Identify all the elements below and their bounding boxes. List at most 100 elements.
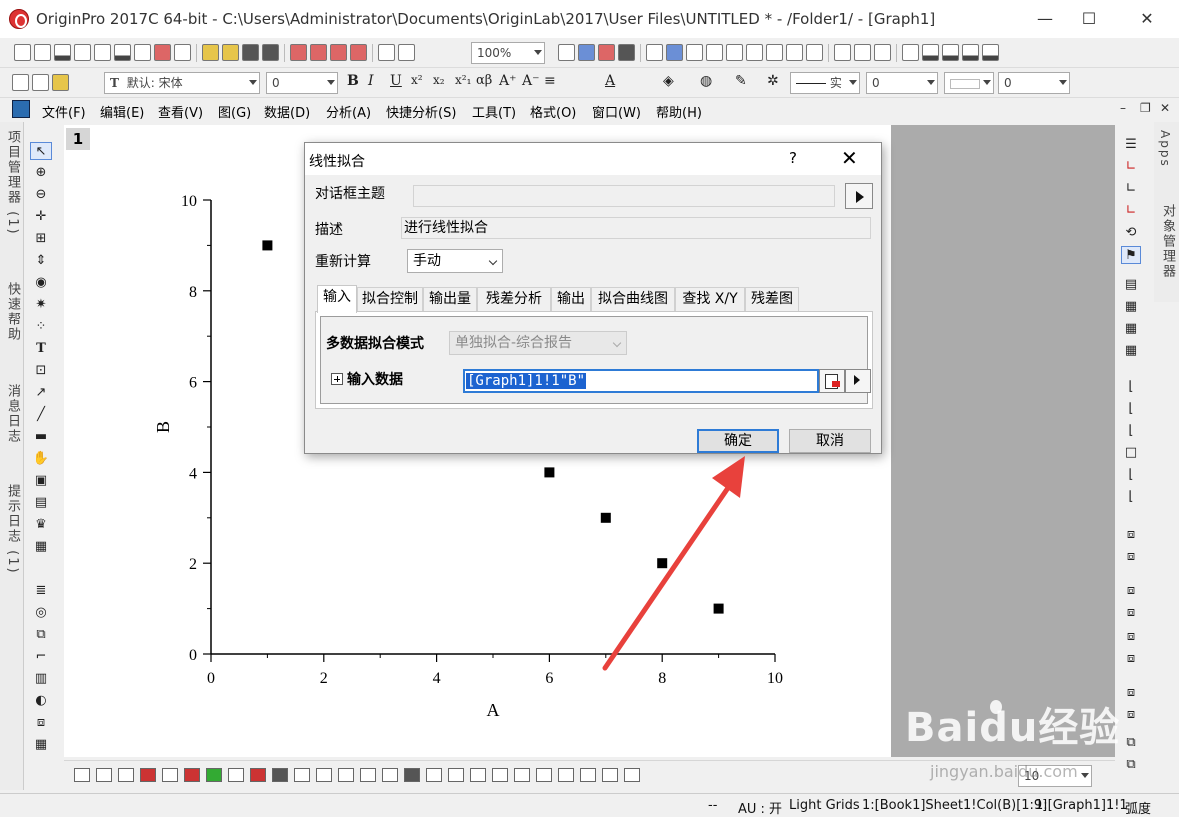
object-6-icon[interactable]: ⧈: [1121, 650, 1141, 668]
subscript-button[interactable]: x₂: [433, 73, 445, 87]
ungroup-icon[interactable]: [624, 768, 640, 782]
new-graph-icon[interactable]: [54, 44, 71, 61]
align-right-icon[interactable]: [536, 768, 552, 782]
tab-fitted-curves[interactable]: 拟合曲线图: [591, 287, 675, 311]
rectangle-tool-icon[interactable]: ▬: [30, 428, 52, 446]
message-log-icon[interactable]: [666, 44, 683, 61]
object-4-icon[interactable]: ⧈: [1121, 604, 1141, 622]
3d-scatter-icon[interactable]: [338, 768, 354, 782]
group-icon[interactable]: [602, 768, 618, 782]
recalculate-select[interactable]: 手动: [407, 249, 503, 273]
results-log-icon[interactable]: [598, 44, 615, 61]
tab-quick-help[interactable]: 快速帮助: [3, 282, 22, 342]
mdi-restore-button[interactable]: ❐: [1140, 101, 1151, 115]
open-template-icon[interactable]: [222, 44, 239, 61]
frame-6-icon[interactable]: ⌊: [1121, 488, 1141, 506]
add-column-icon[interactable]: [806, 44, 823, 61]
color-scale-tool-icon[interactable]: ◐: [30, 692, 52, 710]
menu-analysis[interactable]: 分析(A): [326, 102, 371, 121]
font-size-combo[interactable]: 0: [266, 72, 338, 94]
object-3-icon[interactable]: ⧈: [1121, 582, 1141, 600]
zoom-in-tool-icon[interactable]: ⊕: [30, 164, 52, 182]
object-9-icon[interactable]: ⧉: [1121, 734, 1141, 752]
frame-4-icon[interactable]: □: [1121, 444, 1141, 462]
tab-hint-log[interactable]: 提示日志 (1): [3, 484, 22, 575]
3d-plot-icon[interactable]: [272, 768, 288, 782]
merge-tool-icon[interactable]: ⧈: [30, 714, 52, 732]
ok-button[interactable]: 确定: [697, 429, 779, 453]
symbol-icon[interactable]: ✲: [767, 73, 779, 89]
pointer-tool-icon[interactable]: ↖: [30, 142, 52, 160]
financial-plot-icon[interactable]: [250, 768, 266, 782]
tab-residual-plots[interactable]: 残差图: [745, 287, 799, 311]
fill-color-icon[interactable]: ◈: [663, 73, 674, 89]
refresh-icon[interactable]: [558, 44, 575, 61]
insert-image-tool-icon[interactable]: ▤: [30, 494, 52, 512]
multi-panel-icon[interactable]: [162, 768, 178, 782]
sum-icon[interactable]: [834, 44, 851, 61]
bold-button[interactable]: B: [347, 73, 359, 89]
data-reader-tool-icon[interactable]: ⊞: [30, 230, 52, 248]
tab-message-log[interactable]: 消息日志: [3, 384, 22, 444]
tab-fit-control[interactable]: 拟合控制: [357, 287, 423, 311]
table-tool-icon[interactable]: ▥: [30, 670, 52, 688]
tab-apps[interactable]: Apps: [1158, 130, 1172, 168]
object-7-icon[interactable]: ⧈: [1121, 684, 1141, 702]
annotation-tool-icon[interactable]: ⊡: [30, 362, 52, 380]
layer-indicator[interactable]: 1: [66, 128, 90, 150]
maximize-button[interactable]: ☐: [1067, 4, 1111, 34]
3d-wire-icon[interactable]: [360, 768, 376, 782]
minimize-button[interactable]: —: [1023, 4, 1067, 34]
fill-combo[interactable]: 0: [998, 72, 1070, 94]
duplicate-icon[interactable]: [378, 44, 395, 61]
active-layer-icon[interactable]: ⚑: [1121, 246, 1141, 264]
line-color-icon[interactable]: ✎: [735, 73, 747, 89]
align-bottom-icon[interactable]: [580, 768, 596, 782]
menu-tools[interactable]: 工具(T): [472, 102, 516, 121]
perspective-icon[interactable]: [470, 768, 486, 782]
zoom-pan-tool-icon[interactable]: ⊖: [30, 186, 52, 204]
recalculate-icon[interactable]: [398, 44, 415, 61]
stack-plot-icon[interactable]: [962, 44, 979, 61]
new-project-icon[interactable]: [14, 44, 31, 61]
object-8-icon[interactable]: ⧈: [1121, 706, 1141, 724]
line-style-combo[interactable]: 实: [790, 72, 860, 94]
contour-plot-icon[interactable]: [206, 768, 222, 782]
tab-output[interactable]: 输出: [551, 287, 591, 311]
menu-format[interactable]: 格式(O): [530, 102, 576, 121]
frame-5-icon[interactable]: ⌊: [1121, 466, 1141, 484]
tab-find-xy[interactable]: 查找 X/Y: [675, 287, 745, 311]
save-icon[interactable]: [242, 44, 259, 61]
rotate-icon[interactable]: [426, 768, 442, 782]
tab-object-manager[interactable]: 对象管理器: [1158, 204, 1177, 279]
menu-graph[interactable]: 图(G): [218, 102, 251, 121]
regional-mask-tool-icon[interactable]: ◉: [30, 274, 52, 292]
italic-button[interactable]: I: [368, 73, 374, 89]
cancel-button[interactable]: 取消: [789, 429, 871, 453]
menu-data[interactable]: 数据(D): [264, 102, 310, 121]
tab-residual-analysis[interactable]: 残差分析: [477, 287, 551, 311]
object-2-icon[interactable]: ⧈: [1121, 548, 1141, 566]
text-tool-icon[interactable]: T: [30, 340, 52, 358]
column-plot-icon[interactable]: [922, 44, 939, 61]
copy-icon[interactable]: [32, 74, 49, 91]
command-window-icon[interactable]: [618, 44, 635, 61]
select-data-picker-icon[interactable]: [819, 369, 845, 393]
frame-1-icon[interactable]: ⌊: [1121, 378, 1141, 396]
layout-4-icon[interactable]: ▦: [1121, 342, 1141, 360]
data-selector-tool-icon[interactable]: ⇕: [30, 252, 52, 270]
line-width-combo[interactable]: 0: [866, 72, 938, 94]
hand-tool-icon[interactable]: ✋: [30, 450, 52, 468]
set-values-icon[interactable]: [902, 44, 919, 61]
tab-quantities[interactable]: 输出量: [423, 287, 477, 311]
paste-icon[interactable]: [52, 74, 69, 91]
increase-font-button[interactable]: A⁺: [499, 73, 517, 89]
axis-x-icon[interactable]: ∟: [1121, 180, 1141, 198]
find-icon[interactable]: [746, 44, 763, 61]
new-notes-icon[interactable]: [134, 44, 151, 61]
bar-plot-icon[interactable]: [942, 44, 959, 61]
axis-xy-icon[interactable]: ∟: [1121, 158, 1141, 176]
new-report-icon[interactable]: [154, 44, 171, 61]
statistics-icon[interactable]: [854, 44, 871, 61]
align-icon[interactable]: ≡: [544, 73, 556, 89]
